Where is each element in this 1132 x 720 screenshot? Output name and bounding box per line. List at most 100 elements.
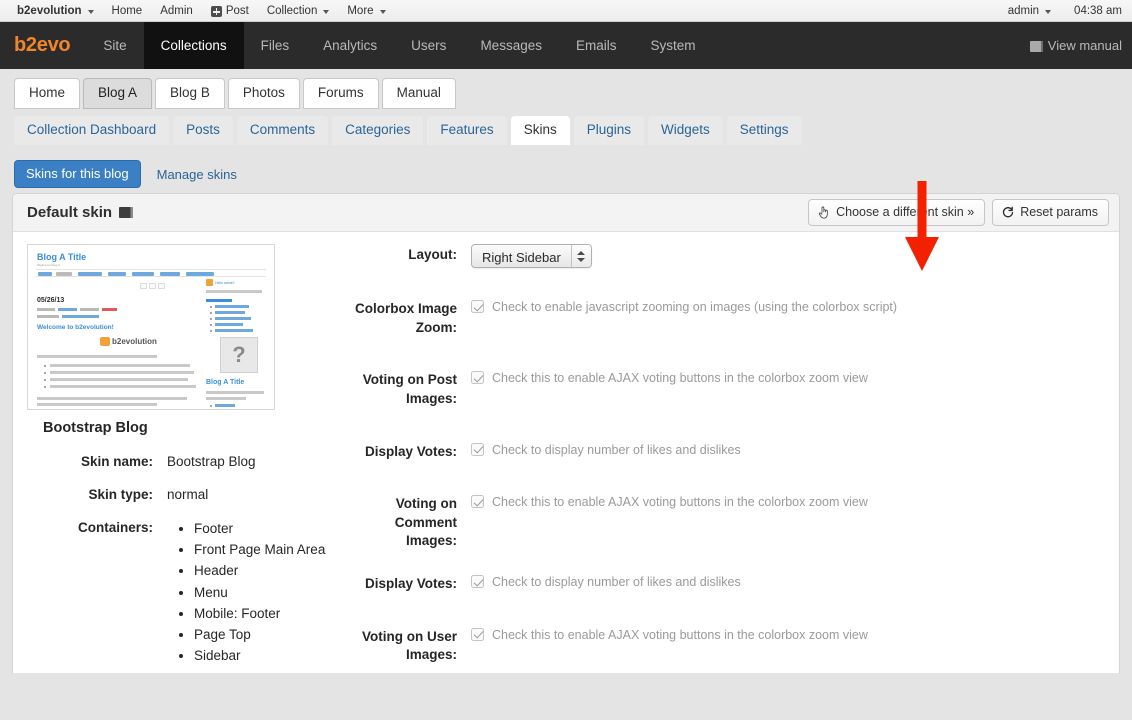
evobar-item-admin[interactable]: Admin (151, 3, 202, 19)
evobar: b2evolution Home Admin Post Collection M… (0, 0, 1132, 22)
list-item: Front Page Main Area (194, 541, 325, 559)
sub-tab-settings[interactable]: Settings (726, 116, 802, 145)
evobar-item-post[interactable]: Post (202, 3, 258, 19)
nav-tab-files[interactable]: Files (244, 22, 307, 69)
containers-list: Footer Front Page Main Area Header Menu … (167, 520, 325, 666)
sub-tab-plugins[interactable]: Plugins (573, 116, 644, 145)
collection-tab-photos[interactable]: Photos (227, 78, 300, 109)
field-voting-on-comment-images-label: Voting on Comment Images: (394, 496, 457, 549)
nav-tab-messages[interactable]: Messages (463, 22, 559, 69)
nav-tab-users-label: Users (411, 38, 447, 53)
skins-filter-row: Skins for this blog Manage skins (0, 145, 1132, 189)
layout-select[interactable]: Right Sidebar (471, 244, 592, 268)
nav-tab-site[interactable]: Site (86, 22, 143, 69)
field-display-votes-comment-control: Check to display number of likes and dis… (457, 573, 741, 590)
sub-tab-widgets[interactable]: Widgets (647, 116, 723, 145)
manage-skins-link[interactable]: Manage skins (149, 162, 245, 187)
evobar-user-menu[interactable]: admin (999, 3, 1060, 19)
voting-on-post-images-checkbox[interactable] (471, 371, 484, 385)
choose-a-different-skin-button[interactable]: Choose a different skin » (808, 199, 986, 226)
preview-date: 05/26/13 (37, 297, 65, 304)
choose-a-different-skin-label: Choose a different skin » (836, 205, 975, 219)
chevron-down-icon (1045, 9, 1052, 14)
voting-on-comment-images-checkbox[interactable] (471, 495, 484, 509)
field-colorbox-image-zoom-control: Check to enable javascript zooming on im… (457, 298, 897, 315)
collection-tab-manual-label: Manual (396, 85, 441, 101)
field-layout: Layout: Right Sidebar (345, 244, 1119, 268)
collection-tab-home[interactable]: Home (14, 78, 81, 109)
list-item: Header (194, 562, 325, 580)
collection-tab-manual[interactable]: Manual (381, 78, 456, 109)
sub-tab-skins-label: Skins (523, 122, 557, 138)
evobar-brand-menu[interactable]: b2evolution (8, 3, 103, 19)
sub-tab-collection-dashboard[interactable]: Collection Dashboard (14, 116, 170, 145)
list-item: Page Top (194, 626, 325, 644)
nav-tab-analytics[interactable]: Analytics (306, 22, 394, 69)
evobar-item-home-label: Home (111, 4, 143, 17)
sub-tab-comments[interactable]: Comments (236, 116, 329, 145)
preview-sidebar-user: Hello admin! (206, 279, 234, 286)
display-votes-post-hint: Check to display number of likes and dis… (492, 442, 741, 457)
display-votes-post-checkbox[interactable] (471, 442, 484, 456)
sub-tab-skins[interactable]: Skins (510, 116, 570, 145)
display-votes-comment-checkbox[interactable] (471, 575, 484, 588)
evobar-item-home[interactable]: Home (103, 3, 152, 19)
field-voting-on-user-images-control: Check this to enable AJAX voting buttons… (457, 626, 868, 643)
skin-type-label: Skin type: (88, 487, 153, 502)
evobar-left-group: b2evolution Home Admin Post Collection M… (0, 3, 395, 19)
preview-blog-title: Blog A Title (37, 252, 87, 262)
preview-pager (140, 283, 165, 289)
default-skin-panel: Default skin Choose a different skin » R… (12, 193, 1120, 673)
collection-tab-forums[interactable]: Forums (302, 78, 379, 109)
collection-tab-blog-a[interactable]: Blog A (83, 78, 153, 109)
panel-header: Default skin Choose a different skin » R… (13, 194, 1119, 232)
colorbox-image-zoom-checkbox[interactable] (471, 300, 484, 313)
field-display-votes-post-control: Check to display number of likes and dis… (457, 441, 741, 458)
skins-for-this-blog-label: Skins for this blog (26, 166, 129, 181)
sub-tab-features[interactable]: Features (427, 116, 507, 145)
containers-value: Footer Front Page Main Area Header Menu … (157, 520, 325, 669)
preview-b2evolution-logo: b2evolution (100, 337, 157, 346)
skin-name-value: Bootstrap Blog (167, 454, 256, 469)
collection-tab-blog-b[interactable]: Blog B (155, 78, 225, 109)
preview-post-category (37, 315, 99, 318)
sub-tabs: Collection Dashboard Posts Comments Cate… (0, 109, 1132, 145)
evobar-item-admin-label: Admin (160, 4, 193, 17)
manage-skins-label: Manage skins (156, 166, 237, 182)
skin-preview-thumbnail[interactable]: Blog A Title Tagline for blog A 05/26/13 (27, 244, 275, 410)
voting-on-comment-images-hint: Check this to enable AJAX voting buttons… (492, 495, 868, 510)
preview-menu-bar (36, 269, 266, 277)
collection-tab-forums-label: Forums (317, 85, 364, 101)
hand-pointer-icon (819, 206, 828, 219)
field-voting-on-comment-images-control: Check this to enable AJAX voting buttons… (457, 493, 868, 510)
collection-tabs: Home Blog A Blog B Photos Forums Manual (0, 69, 1132, 109)
collection-tab-home-label: Home (29, 85, 66, 101)
sub-tab-features-label: Features (440, 122, 494, 138)
view-manual-link[interactable]: View manual (1029, 22, 1122, 69)
app-logo[interactable]: b2 evo (0, 22, 86, 69)
manual-book-icon[interactable] (119, 207, 134, 218)
reset-params-label: Reset params (1020, 205, 1098, 219)
sub-tab-plugins-label: Plugins (586, 122, 631, 138)
nav-tab-users[interactable]: Users (394, 22, 463, 69)
nav-tab-system[interactable]: System (633, 22, 712, 69)
evobar-item-collection[interactable]: Collection (258, 3, 339, 19)
chevron-down-icon (577, 257, 586, 262)
nav-tab-emails[interactable]: Emails (559, 22, 634, 69)
nav-tab-messages-label: Messages (480, 38, 542, 53)
skins-for-this-blog-button[interactable]: Skins for this blog (14, 160, 141, 188)
collection-tab-photos-label: Photos (242, 85, 285, 101)
skin-type-row: Skin type: normal (21, 487, 343, 502)
evobar-item-more[interactable]: More (338, 3, 394, 19)
nav-tab-collections[interactable]: Collections (143, 22, 244, 69)
reset-params-button[interactable]: Reset params (992, 199, 1109, 226)
skin-info-column: Blog A Title Tagline for blog A 05/26/13 (13, 244, 343, 673)
chevron-down-icon (87, 9, 94, 14)
plus-square-icon (210, 6, 222, 17)
skin-name-label: Skin name: (80, 454, 153, 469)
sub-tab-categories[interactable]: Categories (332, 116, 424, 145)
voting-on-user-images-checkbox[interactable] (471, 627, 484, 641)
sub-tab-comments-label: Comments (249, 122, 316, 138)
sub-tab-posts[interactable]: Posts (173, 116, 233, 145)
collection-tab-blog-a-label: Blog A (98, 85, 138, 101)
